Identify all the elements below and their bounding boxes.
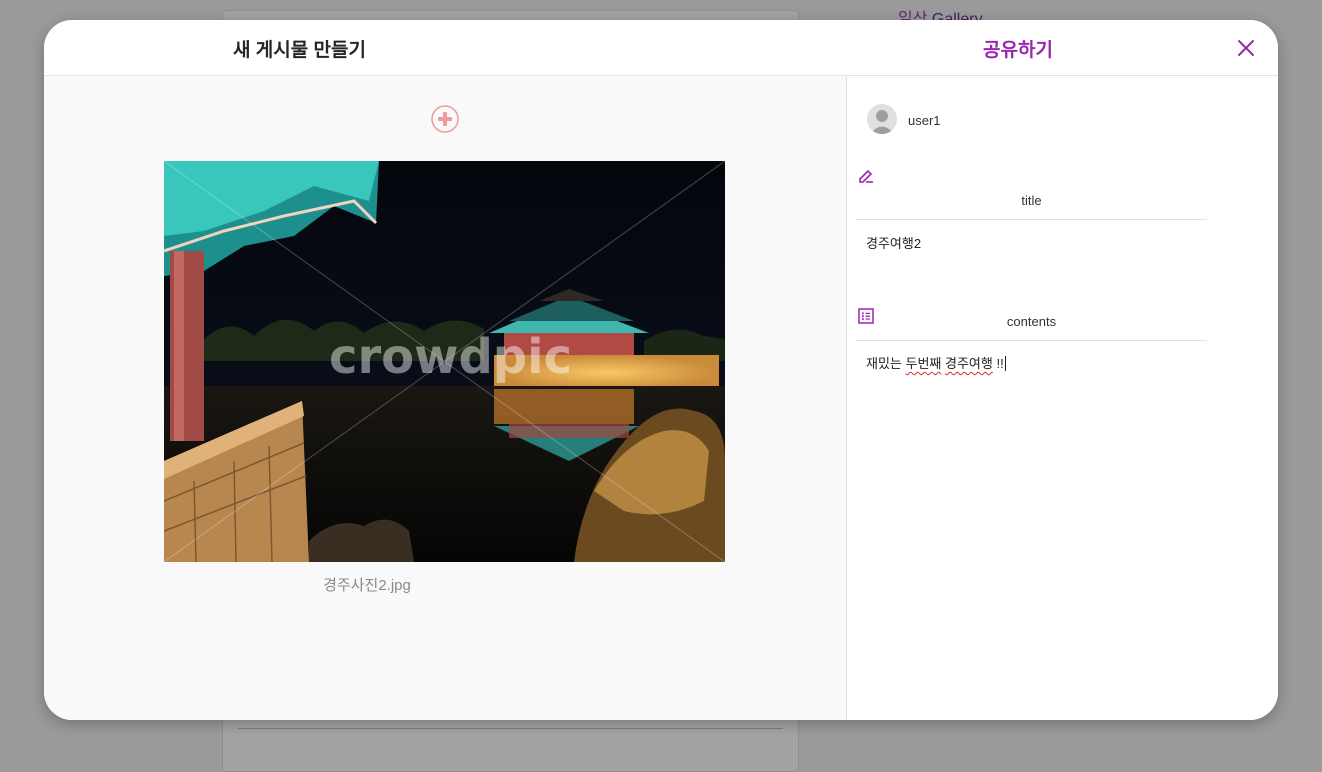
image-upload-panel: crowdpic 경주사진2.jpg	[44, 76, 847, 720]
contents-text-4: 경주여행	[945, 356, 993, 371]
username: user1	[908, 113, 941, 128]
add-image-icon[interactable]	[430, 104, 460, 134]
title-label: title	[1021, 193, 1042, 208]
contents-text-2: 두번째	[905, 356, 942, 371]
title-divider	[856, 219, 1207, 220]
background-divider	[238, 728, 783, 729]
create-post-modal: 새 게시물 만들기 공유하기 crowdpic 경주사진2.jpg user1 …	[44, 20, 1278, 720]
modal-header: 새 게시물 만들기 공유하기	[44, 20, 1278, 76]
contents-label: contents	[1006, 314, 1057, 329]
contents-text-1: 재밌는	[866, 356, 906, 371]
modal-title: 새 게시물 만들기	[233, 40, 366, 61]
uploaded-photo: crowdpic	[164, 161, 725, 562]
contents-divider	[856, 340, 1207, 341]
contents-textarea[interactable]: 재밌는 두번째 경주여행 !!	[866, 353, 1006, 372]
avatar	[867, 104, 897, 134]
post-details-panel: user1 title 경주여행2 contents 재밌는 두번째 경주여행 …	[847, 76, 1278, 720]
share-button[interactable]: 공유하기	[983, 35, 1053, 62]
title-input[interactable]: 경주여행2	[866, 233, 921, 252]
text-caret	[1004, 356, 1006, 371]
photo-filename: 경주사진2.jpg	[323, 577, 411, 594]
edit-pencil-icon	[859, 169, 873, 183]
close-icon[interactable]	[1236, 38, 1256, 58]
person-icon	[870, 110, 894, 134]
contents-text-5: !!	[992, 356, 1004, 371]
